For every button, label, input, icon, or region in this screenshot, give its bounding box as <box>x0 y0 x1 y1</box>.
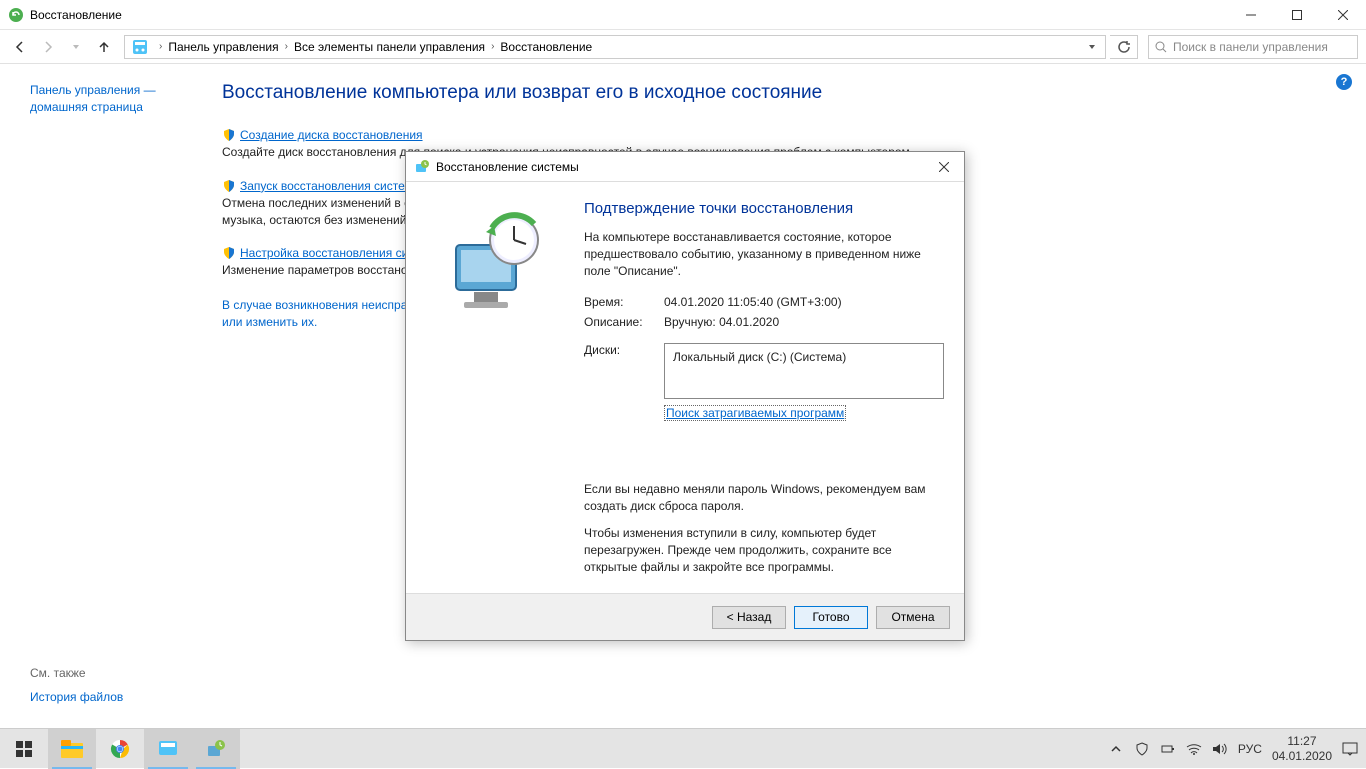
crumb-all-items[interactable]: Все элементы панели управления <box>294 40 485 54</box>
time-value: 04.01.2020 11:05:40 (GMT+3:00) <box>664 295 842 309</box>
clock-date: 04.01.2020 <box>1272 749 1332 763</box>
dialog-heading: Подтверждение точки восстановления <box>584 200 944 217</box>
refresh-button[interactable] <box>1110 35 1138 59</box>
dialog-button-row: < Назад Готово Отмена <box>406 594 964 640</box>
action-link[interactable]: Создание диска восстановления <box>240 128 423 142</box>
dialog-title: Восстановление системы <box>436 160 924 174</box>
clock-time: 11:27 <box>1272 734 1332 748</box>
maximize-button[interactable] <box>1274 0 1320 30</box>
crumb-recovery[interactable]: Восстановление <box>500 40 592 54</box>
disks-label: Диски: <box>584 343 664 399</box>
language-indicator[interactable]: РУС <box>1238 742 1262 756</box>
taskbar-file-explorer[interactable] <box>48 729 96 769</box>
shield-icon <box>222 246 236 260</box>
clock[interactable]: 11:27 04.01.2020 <box>1272 734 1332 763</box>
dialog-artwork <box>426 200 566 340</box>
control-panel-home-link[interactable]: Панель управления — домашняя страница <box>30 82 198 116</box>
system-restore-dialog: Восстановление системы Подтверждение точ… <box>405 151 965 641</box>
search-placeholder: Поиск в панели управления <box>1173 40 1328 54</box>
minimize-button[interactable] <box>1228 0 1274 30</box>
volume-icon[interactable] <box>1212 741 1228 757</box>
power-icon[interactable] <box>1160 741 1176 757</box>
breadcrumb[interactable]: › Панель управления › Все элементы панел… <box>124 35 1106 59</box>
taskbar-control-panel[interactable] <box>144 729 192 769</box>
crumb-control-panel[interactable]: Панель управления <box>168 40 278 54</box>
shield-icon <box>222 128 236 142</box>
window-titlebar: Восстановление <box>0 0 1366 30</box>
start-button[interactable] <box>0 729 48 769</box>
restart-warning: Чтобы изменения вступили в силу, компьют… <box>584 525 944 575</box>
password-note: Если вы недавно меняли пароль Windows, р… <box>584 481 944 515</box>
tray-chevron-up-icon[interactable] <box>1108 741 1124 757</box>
search-input[interactable]: Поиск в панели управления <box>1148 35 1358 59</box>
navigation-bar: › Панель управления › Все элементы панел… <box>0 30 1366 64</box>
back-button[interactable] <box>8 35 32 59</box>
taskbar: РУС 11:27 04.01.2020 <box>0 728 1366 768</box>
dialog-titlebar: Восстановление системы <box>406 152 964 182</box>
file-history-link[interactable]: История файлов <box>30 690 123 704</box>
app-icon <box>8 7 24 23</box>
finish-button[interactable]: Готово <box>794 606 868 629</box>
disks-listbox[interactable]: Локальный диск (C:) (Система) <box>664 343 944 399</box>
shield-icon <box>222 179 236 193</box>
scan-affected-programs-link[interactable]: Поиск затрагиваемых программ <box>664 405 846 421</box>
description-label: Описание: <box>584 315 664 329</box>
help-icon[interactable]: ? <box>1336 74 1352 90</box>
description-value: Вручную: 04.01.2020 <box>664 315 779 329</box>
close-button[interactable] <box>1320 0 1366 30</box>
control-panel-icon <box>131 38 149 56</box>
taskbar-system-restore[interactable] <box>192 729 240 769</box>
chevron-right-icon: › <box>491 41 494 52</box>
forward-button[interactable] <box>36 35 60 59</box>
wifi-icon[interactable] <box>1186 741 1202 757</box>
chevron-down-icon[interactable] <box>1087 42 1097 52</box>
action-center-icon[interactable] <box>1342 741 1358 757</box>
security-icon[interactable] <box>1134 741 1150 757</box>
search-icon <box>1155 41 1167 53</box>
window-title: Восстановление <box>30 8 1228 22</box>
chevron-right-icon: › <box>159 41 162 52</box>
see-also-header: См. также <box>30 666 123 680</box>
action-link[interactable]: Запуск восстановления системы <box>240 179 422 193</box>
dialog-intro: На компьютере восстанавливается состояни… <box>584 229 944 279</box>
cancel-button[interactable]: Отмена <box>876 606 950 629</box>
disk-item: Локальный диск (C:) (Система) <box>673 350 935 364</box>
back-button[interactable]: < Назад <box>712 606 786 629</box>
dialog-body: Подтверждение точки восстановления На ко… <box>406 182 964 594</box>
chevron-right-icon: › <box>285 41 288 52</box>
system-restore-icon <box>414 159 430 175</box>
system-tray: РУС 11:27 04.01.2020 <box>1108 734 1366 763</box>
taskbar-chrome[interactable] <box>96 729 144 769</box>
time-label: Время: <box>584 295 664 309</box>
up-button[interactable] <box>92 35 116 59</box>
dialog-content: Подтверждение точки восстановления На ко… <box>584 200 944 575</box>
dialog-close-button[interactable] <box>924 152 964 182</box>
page-heading: Восстановление компьютера или возврат ег… <box>222 82 1342 104</box>
sidebar: Панель управления — домашняя страница См… <box>0 64 210 728</box>
see-also-section: См. также История файлов <box>30 666 123 704</box>
window-controls <box>1228 0 1366 30</box>
recent-dropdown[interactable] <box>64 35 88 59</box>
